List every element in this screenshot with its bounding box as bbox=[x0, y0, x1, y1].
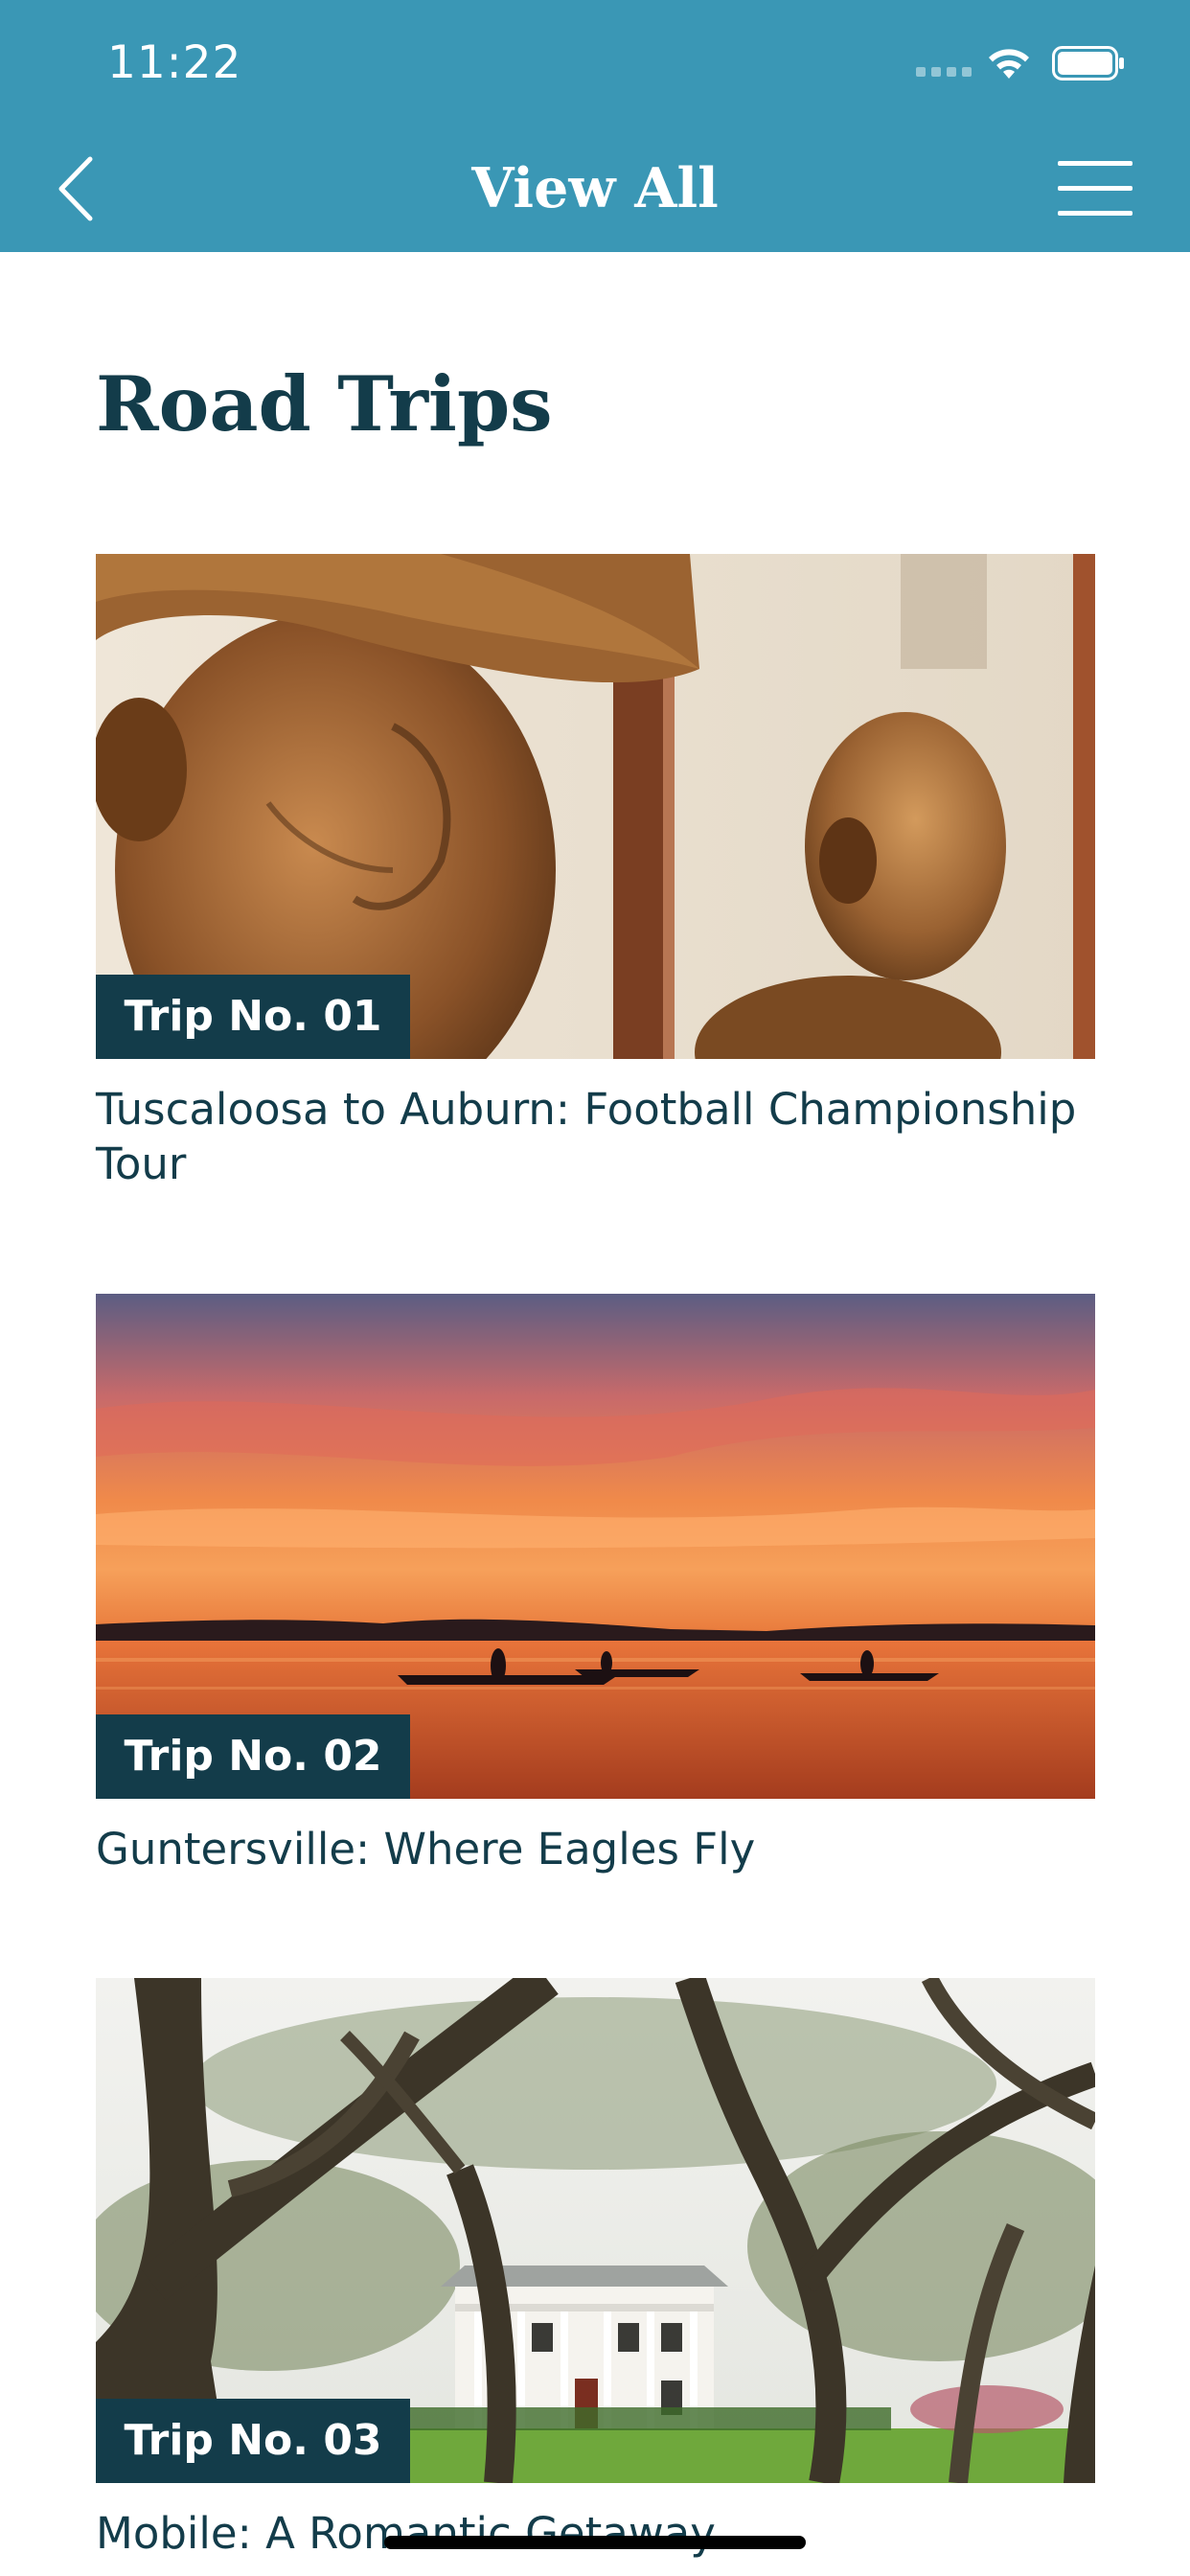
status-time: 11:22 bbox=[107, 36, 242, 89]
page-title: Road Trips bbox=[96, 359, 553, 448]
trip-number-badge: Trip No. 02 bbox=[96, 1714, 410, 1799]
trip-title-1: Tuscaloosa to Auburn: Football Champions… bbox=[96, 1084, 1077, 1189]
trip-card-2[interactable]: Trip No. 02 Guntersville: Where Eagles F… bbox=[96, 1294, 1095, 1876]
back-button[interactable] bbox=[50, 153, 107, 224]
trip-title-3: Mobile: A Romantic Getaway bbox=[96, 2508, 716, 2559]
menu-button[interactable] bbox=[1058, 159, 1133, 218]
wifi-icon bbox=[989, 49, 1029, 79]
trip-number-badge: Trip No. 01 bbox=[96, 975, 410, 1059]
trip-image-2: Trip No. 02 bbox=[96, 1294, 1095, 1799]
hamburger-menu-icon bbox=[1058, 161, 1133, 166]
trip-image-3: Trip No. 03 bbox=[96, 1978, 1095, 2483]
header-title: View All bbox=[471, 156, 719, 220]
cellular-signal-icon bbox=[916, 67, 972, 77]
app-header: 11:22 View All bbox=[0, 0, 1190, 252]
trip-number-badge: Trip No. 03 bbox=[96, 2399, 410, 2483]
trip-card-1[interactable]: Trip No. 01 Tuscaloosa to Auburn: Footba… bbox=[96, 554, 1095, 1191]
battery-icon bbox=[1052, 46, 1124, 80]
trip-image-1: Trip No. 01 bbox=[96, 554, 1095, 1059]
trip-title-2: Guntersville: Where Eagles Fly bbox=[96, 1824, 756, 1874]
trip-card-3[interactable]: Trip No. 03 Mobile: A Romantic Getaway bbox=[96, 1978, 1095, 2561]
chevron-left-icon bbox=[58, 156, 93, 221]
home-indicator[interactable] bbox=[384, 2536, 806, 2549]
